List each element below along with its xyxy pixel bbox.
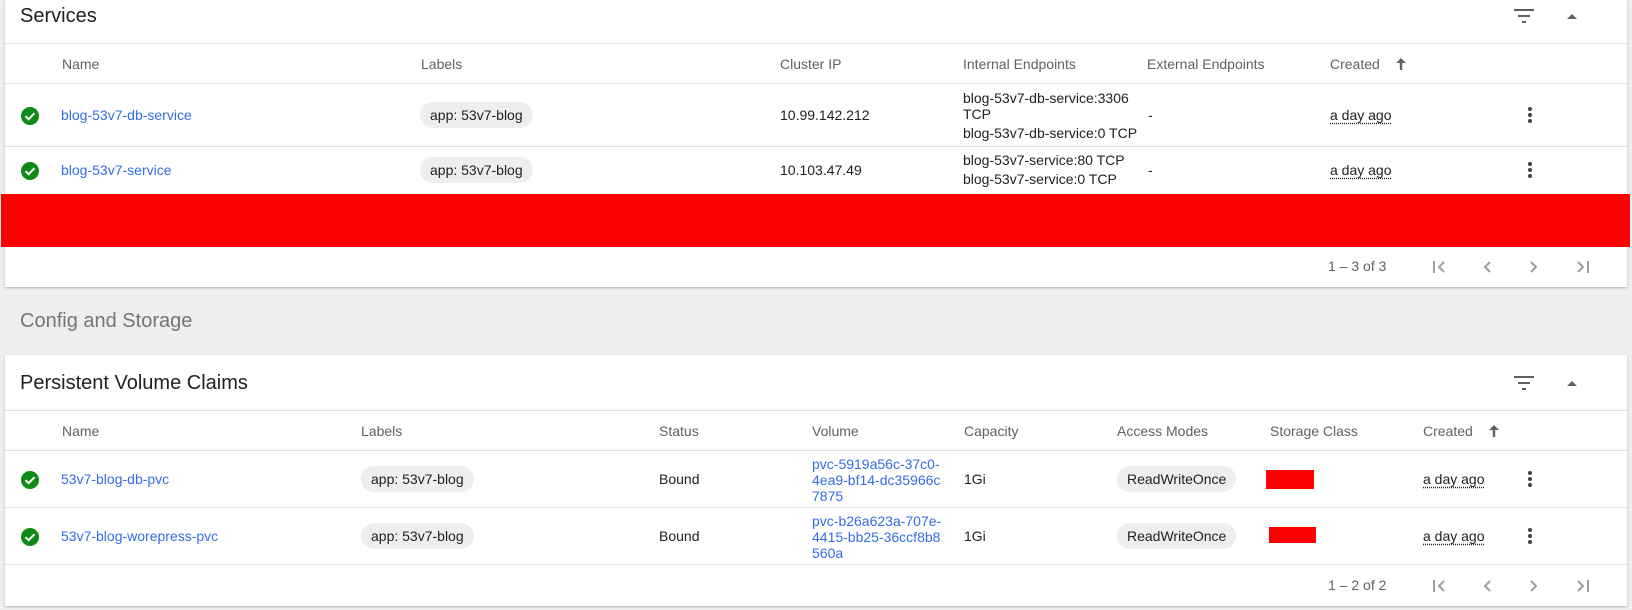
chevron-up-icon[interactable] xyxy=(1560,4,1584,28)
table-row: 53v7-blog-db-pvc app: 53v7-blog Bound pv… xyxy=(5,451,1627,508)
cluster-ip: 10.99.142.212 xyxy=(780,107,870,123)
column-header-access-modes: Access Modes xyxy=(1117,423,1209,439)
chevron-right-icon[interactable] xyxy=(1522,255,1546,279)
internal-endpoint: blog-53v7-service:80 TCP xyxy=(963,152,1125,168)
more-vert-icon[interactable] xyxy=(1520,526,1540,546)
access-mode-chip: ReadWriteOnce xyxy=(1117,523,1237,549)
services-table-header: Name Labels Cluster IP Internal Endpoint… xyxy=(5,44,1627,84)
services-title: Services xyxy=(20,5,97,27)
column-header-labels: Labels xyxy=(421,56,463,72)
table-row: blog-53v7-service app: 53v7-blog 10.103.… xyxy=(5,147,1627,193)
more-vert-icon[interactable] xyxy=(1520,105,1540,125)
chevron-left-icon[interactable] xyxy=(1475,255,1499,279)
table-row: 53v7-blog-worepress-pvc app: 53v7-blog B… xyxy=(5,508,1627,565)
label-chip-text: app: 53v7-blog xyxy=(361,466,474,492)
services-header: Services xyxy=(5,0,1627,44)
redaction-block xyxy=(1269,527,1316,543)
capacity: 1Gi xyxy=(964,471,986,487)
column-header-cluster-ip: Cluster IP xyxy=(780,56,842,72)
pvc-card: Persistent Volume Claims Name Labels Sta… xyxy=(5,355,1627,606)
pvc-status: Bound xyxy=(659,471,700,487)
section-title: Config and Storage xyxy=(20,310,193,332)
internal-endpoint: blog-53v7-db-service:3306 TCP xyxy=(963,90,1129,122)
arrow-up-icon[interactable] xyxy=(1488,412,1499,452)
label-chip: app: 53v7-blog xyxy=(420,157,533,183)
column-header-name[interactable]: Name xyxy=(62,44,99,84)
pvc-name-link[interactable]: 53v7-blog-worepress-pvc xyxy=(61,528,218,544)
access-mode-chip-text: ReadWriteOnce xyxy=(1117,523,1237,549)
table-row: blog-53v7-db-service app: 53v7-blog 10.9… xyxy=(5,84,1627,147)
more-vert-icon[interactable] xyxy=(1520,469,1540,489)
check-circle-icon xyxy=(21,162,39,180)
storage-class-redacted xyxy=(1266,470,1314,492)
column-header-created-label: Created xyxy=(1423,423,1473,439)
volume-link[interactable]: pvc-b26a623a-707e-4415-bb25-36ccf8b8560a xyxy=(812,513,947,561)
chevron-right-icon[interactable] xyxy=(1522,574,1546,598)
storage-class-redacted xyxy=(1269,527,1316,546)
pvc-paginator: 1 – 2 of 2 xyxy=(5,566,1627,606)
more-vert-icon[interactable] xyxy=(1520,160,1540,180)
service-name-link[interactable]: blog-53v7-service xyxy=(61,162,172,178)
label-chip-text: app: 53v7-blog xyxy=(361,523,474,549)
chevron-up-icon[interactable] xyxy=(1560,371,1584,395)
column-header-labels: Labels xyxy=(361,423,403,439)
last-page-icon[interactable] xyxy=(1570,574,1594,598)
last-page-icon[interactable] xyxy=(1570,255,1594,279)
first-page-icon[interactable] xyxy=(1428,255,1452,279)
filter-icon[interactable] xyxy=(1512,371,1536,395)
column-header-status: Status xyxy=(659,423,699,439)
column-header-name[interactable]: Name xyxy=(62,411,99,451)
internal-endpoint: blog-53v7-service:0 TCP xyxy=(963,171,1117,187)
label-chip-text: app: 53v7-blog xyxy=(420,157,533,183)
column-header-external-endpoints: External Endpoints xyxy=(1147,56,1265,72)
chevron-left-icon[interactable] xyxy=(1475,574,1499,598)
service-name-link[interactable]: blog-53v7-db-service xyxy=(61,107,192,123)
column-header-volume: Volume xyxy=(812,423,859,439)
label-chip: app: 53v7-blog xyxy=(361,523,474,549)
arrow-up-icon[interactable] xyxy=(1395,45,1406,85)
created-time: a day ago xyxy=(1423,528,1485,544)
external-endpoints: - xyxy=(1148,107,1153,123)
column-header-storage-class: Storage Class xyxy=(1270,423,1358,439)
page-range: 1 – 3 of 3 xyxy=(1328,258,1387,274)
redacted-row xyxy=(1,194,1630,247)
column-header-internal-endpoints: Internal Endpoints xyxy=(963,56,1076,72)
internal-endpoint: blog-53v7-db-service:0 TCP xyxy=(963,125,1138,141)
pvc-table-header: Name Labels Status Volume Capacity Acces… xyxy=(5,411,1627,451)
access-mode-chip: ReadWriteOnce xyxy=(1117,466,1237,492)
column-header-created[interactable]: Created xyxy=(1423,411,1499,451)
column-header-created[interactable]: Created xyxy=(1330,44,1406,84)
volume-link[interactable]: pvc-5919a56c-37c0-4ea9-bf14-dc35966c7875 xyxy=(812,456,947,504)
created-time: a day ago xyxy=(1330,162,1392,178)
pvc-header: Persistent Volume Claims xyxy=(5,355,1627,411)
check-circle-icon xyxy=(21,528,39,546)
label-chip: app: 53v7-blog xyxy=(361,466,474,492)
external-endpoints: - xyxy=(1148,162,1153,178)
column-header-capacity: Capacity xyxy=(964,423,1019,439)
created-time: a day ago xyxy=(1423,471,1485,487)
filter-icon[interactable] xyxy=(1512,4,1536,28)
label-chip: app: 53v7-blog xyxy=(420,102,533,128)
services-paginator: 1 – 3 of 3 xyxy=(5,247,1627,287)
first-page-icon[interactable] xyxy=(1428,574,1452,598)
access-mode-chip-text: ReadWriteOnce xyxy=(1117,466,1237,492)
page-range: 1 – 2 of 2 xyxy=(1328,577,1387,593)
check-circle-icon xyxy=(21,107,39,125)
created-time: a day ago xyxy=(1330,107,1392,123)
pvc-status: Bound xyxy=(659,528,700,544)
column-header-created-label: Created xyxy=(1330,56,1380,72)
pvc-name-link[interactable]: 53v7-blog-db-pvc xyxy=(61,471,169,487)
capacity: 1Gi xyxy=(964,528,986,544)
label-chip-text: app: 53v7-blog xyxy=(420,102,533,128)
check-circle-icon xyxy=(21,471,39,489)
redaction-block xyxy=(1266,470,1314,489)
cluster-ip: 10.103.47.49 xyxy=(780,162,862,178)
pvc-title: Persistent Volume Claims xyxy=(20,372,248,394)
